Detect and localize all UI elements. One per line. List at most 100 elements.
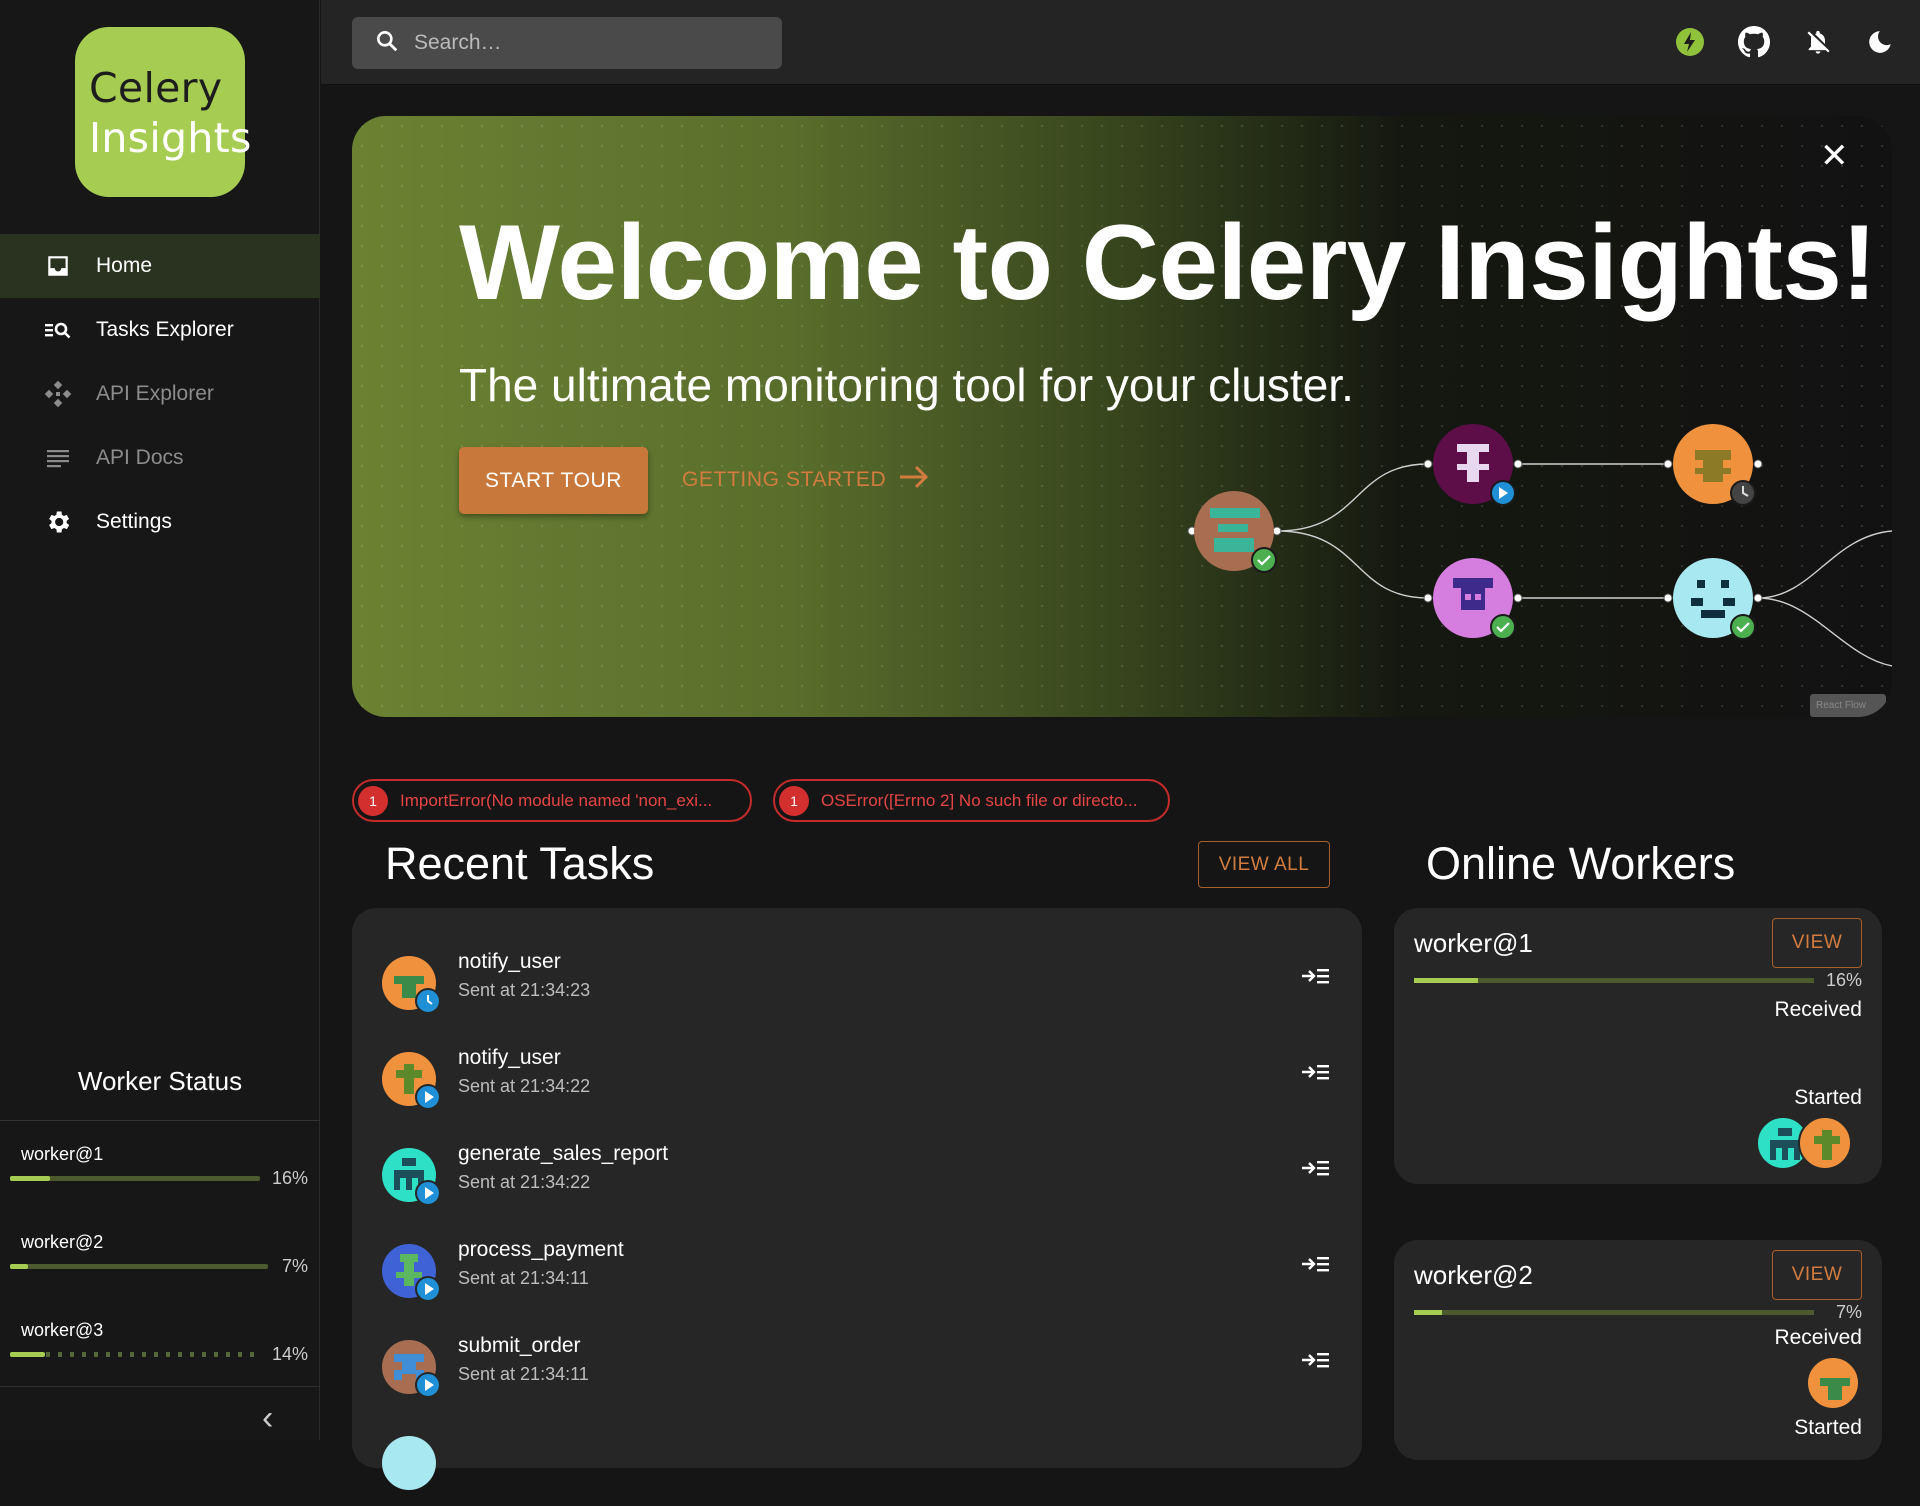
task-name: submit_order [458, 1334, 581, 1357]
task-row[interactable] [382, 1426, 1332, 1506]
worker-percent: 7% [1835, 1302, 1862, 1322]
worker-progress-bar [1414, 978, 1814, 983]
sidebar-item-label: Tasks Explorer [96, 318, 234, 341]
recent-tasks-title: Recent Tasks [385, 838, 655, 889]
welcome-banner: Welcome to Celery Insights! The ultimate… [352, 116, 1892, 717]
started-label: Started [1794, 1086, 1862, 1109]
open-task-icon[interactable] [1300, 1056, 1332, 1088]
worker-status-row[interactable]: worker@1 16% [0, 1144, 320, 1216]
task-time: Sent at 21:34:11 [458, 1364, 589, 1384]
worker-percent: 16% [271, 1168, 308, 1188]
worker-status-row[interactable]: worker@3 14% [0, 1320, 320, 1392]
worker-percent: 14% [271, 1344, 308, 1364]
sidebar-item-api-docs[interactable]: API Docs [0, 426, 320, 490]
error-count-badge: 1 [779, 785, 809, 816]
logo-text-line2: Insights [89, 114, 252, 162]
react-flow-attribution[interactable]: React Flow [1810, 694, 1886, 717]
worker-progress-fill [10, 1176, 50, 1181]
sidebar-item-settings[interactable]: Settings [0, 490, 320, 554]
error-count-badge: 1 [358, 785, 388, 816]
worker-status-row[interactable]: worker@2 7% [0, 1232, 320, 1304]
task-time: Sent at 21:34:22 [458, 1076, 591, 1096]
open-task-icon[interactable] [1300, 1248, 1332, 1280]
sidebar: Celery Insights Home Tasks Explorer API … [0, 0, 320, 1440]
search-input[interactable] [414, 31, 774, 55]
received-label: Received [1774, 998, 1862, 1021]
play-icon [415, 1372, 441, 1398]
worker-name: worker@3 [21, 1320, 104, 1340]
search-icon [374, 28, 400, 59]
github-icon[interactable] [1736, 22, 1772, 62]
api-icon [44, 380, 72, 408]
task-avatar[interactable] [1806, 1356, 1860, 1410]
task-row[interactable]: notify_user Sent at 21:34:22 [382, 1042, 1332, 1122]
sidebar-item-label: Settings [96, 510, 172, 533]
gear-icon [44, 508, 72, 536]
start-tour-button[interactable]: START TOUR [459, 447, 648, 514]
play-icon [415, 1180, 441, 1206]
worker-progress-fill [10, 1352, 45, 1357]
started-label: Started [1794, 1416, 1862, 1439]
task-avatar[interactable] [1798, 1116, 1852, 1170]
open-task-icon[interactable] [1300, 1152, 1332, 1184]
sidebar-item-home[interactable]: Home [0, 234, 320, 298]
task-avatar [382, 1436, 436, 1490]
worker-status-title: Worker Status [77, 1066, 243, 1096]
task-time: Sent at 21:34:22 [458, 1172, 591, 1192]
clock-icon [415, 988, 441, 1014]
view-worker-button[interactable]: VIEW [1772, 918, 1862, 968]
logo-text-line1: Celery [89, 64, 223, 112]
worker-name: worker@1 [1414, 928, 1533, 958]
sidebar-nav: Home Tasks Explorer API Explorer API Doc… [0, 234, 320, 554]
worker-percent: 16% [1825, 970, 1862, 990]
app-logo[interactable]: Celery Insights [75, 27, 252, 197]
task-row[interactable]: process_payment Sent at 21:34:11 [382, 1234, 1332, 1314]
hero-title: Welcome to Celery Insights! [459, 202, 1877, 322]
error-chip[interactable]: 1 ImportError(No module named 'non_exi..… [352, 779, 752, 822]
topbar-actions [1672, 22, 1900, 62]
getting-started-link[interactable]: GETTING STARTED [682, 464, 930, 496]
task-node-avatar[interactable] [1673, 424, 1756, 506]
notes-icon [44, 444, 72, 472]
sidebar-collapse-button[interactable]: ‹ [0, 1386, 320, 1440]
worker-progress-fill [10, 1264, 29, 1269]
search-box[interactable] [352, 17, 782, 69]
inbox-icon [44, 252, 72, 280]
hero-subtitle: The ultimate monitoring tool for your cl… [459, 359, 1354, 411]
task-node-avatar[interactable] [1433, 424, 1516, 506]
task-row[interactable]: submit_order Sent at 21:34:11 [382, 1330, 1332, 1410]
task-row[interactable]: generate_sales_report Sent at 21:34:22 [382, 1138, 1332, 1218]
view-all-button[interactable]: VIEW ALL [1198, 841, 1330, 888]
open-task-icon[interactable] [1300, 960, 1332, 992]
task-name: generate_sales_report [458, 1142, 669, 1165]
worker-card: worker@1 VIEW 16% Received Started [1394, 908, 1882, 1184]
close-icon[interactable]: ✕ [1820, 136, 1849, 176]
task-node-avatar[interactable] [1673, 558, 1756, 640]
dark-mode-icon[interactable] [1864, 22, 1900, 62]
worker-progress-bar [10, 1352, 260, 1357]
top-bar [321, 0, 1920, 85]
chevron-left-icon: ‹ [262, 1399, 274, 1437]
worker-progress-bar [10, 1264, 268, 1269]
notifications-off-icon[interactable] [1800, 22, 1836, 62]
sidebar-item-api-explorer[interactable]: API Explorer [0, 362, 320, 426]
task-node-avatar[interactable] [1433, 558, 1516, 640]
open-task-icon[interactable] [1300, 1344, 1332, 1376]
bolt-status-icon[interactable] [1672, 22, 1708, 62]
error-chip-text: ImportError(No module named 'non_exi... [400, 790, 713, 810]
worker-name: worker@2 [21, 1232, 104, 1252]
task-time: Sent at 21:34:11 [458, 1268, 589, 1288]
task-row[interactable]: notify_user Sent at 21:34:23 [382, 946, 1332, 1026]
play-icon [415, 1084, 441, 1110]
sidebar-item-label: API Explorer [96, 382, 214, 405]
view-worker-button[interactable]: VIEW [1772, 1250, 1862, 1300]
error-chip-text: OSError([Errno 2] No such file or direct… [821, 790, 1138, 810]
task-name: process_payment [458, 1238, 624, 1261]
sidebar-item-label: Home [96, 254, 153, 277]
error-chip[interactable]: 1 OSError([Errno 2] No such file or dire… [773, 779, 1170, 822]
sidebar-item-tasks-explorer[interactable]: Tasks Explorer [0, 298, 320, 362]
task-node-avatar[interactable] [1194, 491, 1277, 573]
recent-tasks-list: notify_user Sent at 21:34:23 notify_user… [352, 908, 1362, 1490]
worker-progress-fill [1414, 1310, 1442, 1315]
list-search-icon [44, 316, 72, 344]
